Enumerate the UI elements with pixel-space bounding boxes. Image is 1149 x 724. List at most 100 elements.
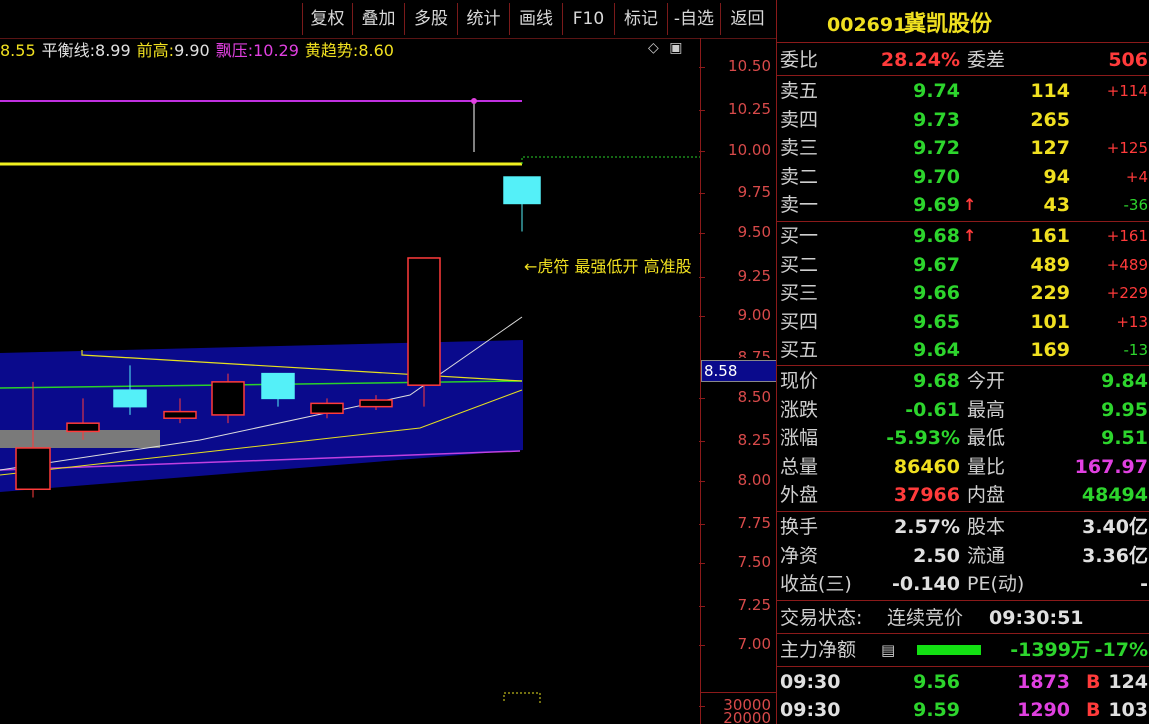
y-tick: 10.50 — [699, 57, 771, 75]
order-price: 9.65 — [913, 310, 960, 333]
stat-row: 总量 86460 量比 167.97 — [777, 453, 1149, 481]
main-force-label: 主力净额 — [780, 639, 857, 661]
y-tick: 8.50 — [699, 388, 771, 406]
trend-label: 黄趋势: — [304, 41, 359, 60]
candle-body — [261, 372, 295, 400]
stat-value: 167.97 — [1074, 455, 1148, 478]
y-tick: 9.25 — [699, 267, 771, 285]
float-label: 飘压: — [215, 41, 254, 60]
trade-status-row: 交易状态: 连续竞价 09:30:51 — [777, 604, 1149, 632]
diamond-icon[interactable]: ◇ — [648, 40, 659, 56]
stat-label: 收益(三) — [780, 573, 852, 596]
list-icon[interactable]: ▤ — [881, 636, 895, 664]
weibi-row: 委比 28.24% 委差 506 — [777, 46, 1149, 74]
order-price: 9.69 — [913, 194, 960, 217]
gray-strip — [0, 430, 160, 448]
mark-button[interactable]: 标记 — [614, 3, 667, 35]
candle-body — [113, 389, 147, 408]
kline-chart[interactable] — [0, 63, 700, 703]
order-price: 9.72 — [913, 137, 960, 160]
tick-side: B — [1086, 699, 1101, 721]
order-label: 买五 — [780, 339, 819, 362]
stat-label: 涨跌 — [780, 398, 819, 421]
tick-time: 09:30 — [780, 699, 841, 721]
order-change: +125 — [1106, 139, 1148, 158]
tick-volume: 1290 — [1017, 699, 1070, 721]
chart-toolbar: 复权 叠加 多股 统计 画线 F10 标记 -自选 返回 — [0, 0, 776, 39]
current-price-tag: 8.58 — [701, 360, 777, 382]
tick-side: B — [1086, 671, 1101, 693]
float-value: 10.29 — [253, 41, 299, 60]
stat-label: 最低 — [967, 427, 1006, 450]
y-tick: 8.75 — [705, 348, 771, 358]
stat-row: 涨跌 -0.61 最高 9.95 — [777, 396, 1149, 424]
self-select-button[interactable]: -自选 — [667, 3, 720, 35]
y-tick: 7.50 — [699, 553, 771, 571]
tick-volume: 1873 — [1017, 671, 1070, 693]
trade-status-label: 交易状态: — [780, 607, 863, 629]
order-change: -13 — [1123, 341, 1149, 360]
weicha-value: 506 — [1108, 49, 1148, 71]
back-button[interactable]: 返回 — [720, 3, 774, 35]
sell-order-row: 卖三 9.72 127 +125 — [777, 134, 1149, 162]
candle-body — [359, 399, 393, 408]
stat-value: 3.40亿 — [1082, 516, 1148, 538]
order-change: +4 — [1125, 167, 1148, 186]
chart-annotation: ←虎符 最强低开 高准股 — [524, 257, 692, 276]
stat-row: 净资 2.50 流通 3.36亿 — [777, 542, 1149, 570]
order-change: +161 — [1106, 227, 1148, 245]
order-label: 卖二 — [780, 165, 819, 188]
f10-button[interactable]: F10 — [562, 3, 614, 35]
quote-panel: 002691 冀凯股份 委比 28.24% 委差 506 卖五 9.74 114… — [776, 0, 1149, 724]
order-label: 卖三 — [780, 137, 819, 160]
y-tick: 7.00 — [699, 635, 771, 653]
window-icon[interactable]: ▣ — [669, 40, 682, 56]
stat-value: -0.140 — [892, 573, 960, 596]
stat-value: 3.36亿 — [1082, 544, 1148, 567]
candle-body — [310, 402, 344, 415]
order-volume: 229 — [1030, 282, 1070, 305]
main-force-pct: -17% — [1094, 639, 1148, 661]
high-marker — [471, 98, 477, 104]
stat-label: 量比 — [967, 455, 1006, 478]
stat-value: -0.61 — [905, 398, 960, 421]
trade-time: 09:30:51 — [989, 607, 1084, 629]
order-volume: 94 — [1043, 165, 1070, 188]
order-label: 买四 — [780, 310, 819, 333]
order-price: 9.64 — [913, 339, 960, 362]
order-price: 9.70 — [913, 165, 960, 188]
order-label: 买二 — [780, 253, 819, 276]
stat-label: 今开 — [967, 370, 1006, 392]
y-tick: 8.00 — [699, 471, 771, 489]
statistics-button[interactable]: 统计 — [457, 3, 509, 35]
indicator-first-value: 8.55 — [0, 41, 36, 60]
tick-count: 103 — [1108, 699, 1148, 721]
trend-value: 8.60 — [358, 41, 394, 60]
stat-value: 86460 — [893, 455, 960, 478]
order-price: 9.73 — [913, 108, 960, 131]
candle-body — [66, 422, 100, 433]
overlay-button[interactable]: 叠加 — [352, 3, 404, 35]
stat-value: 2.57% — [894, 516, 960, 538]
stat-value: 9.68 — [913, 370, 960, 392]
draw-line-button[interactable]: 画线 — [509, 3, 562, 35]
buy-order-row: 买二 9.67 489 +489 — [777, 251, 1149, 279]
multi-stock-button[interactable]: 多股 — [404, 3, 457, 35]
tick-row: 09:30 9.59 1290 B 103 — [777, 696, 1149, 724]
y-tick: 7.25 — [699, 596, 771, 614]
y-tick: 10.00 — [699, 141, 771, 159]
stat-label: 现价 — [780, 370, 819, 392]
prev-high-label: 前高: — [136, 41, 175, 60]
stat-label: 换手 — [780, 516, 819, 538]
weicha-label: 委差 — [967, 49, 1006, 71]
stat-value: 2.50 — [913, 544, 960, 567]
tick-count: 124 — [1108, 671, 1148, 693]
sell-order-row: 卖五 9.74 114 +114 — [777, 77, 1149, 105]
candle-body — [407, 257, 441, 386]
balance-value: 8.99 — [95, 41, 131, 60]
stat-value: 48494 — [1081, 484, 1148, 507]
order-change: +229 — [1106, 284, 1148, 303]
prev-high-value: 9.90 — [174, 41, 210, 60]
fuquan-button[interactable]: 复权 — [302, 3, 352, 35]
order-label: 买一 — [780, 225, 819, 247]
